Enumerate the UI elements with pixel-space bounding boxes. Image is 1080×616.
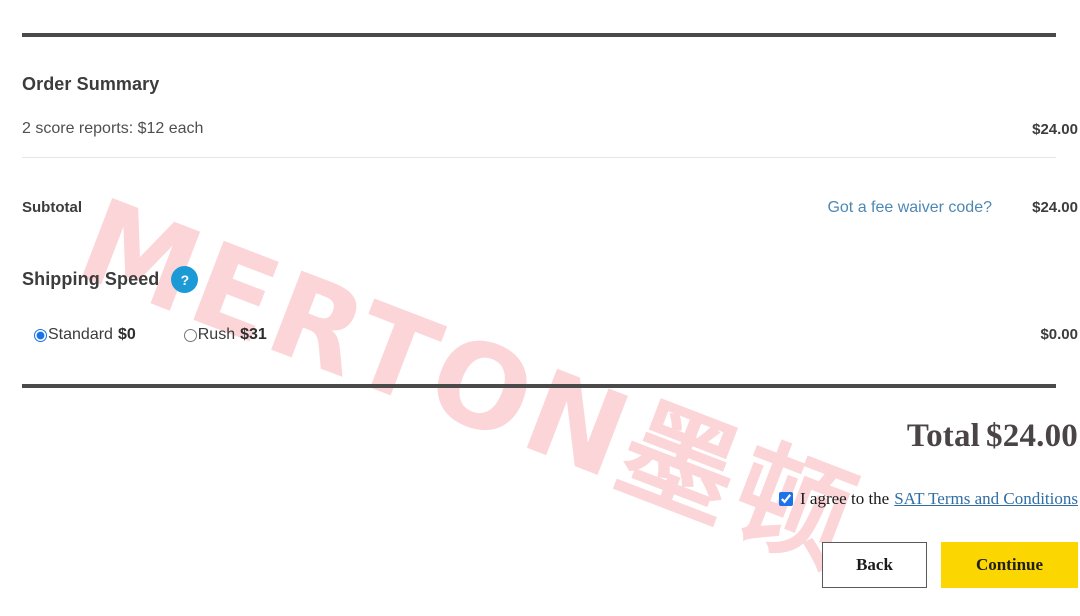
- shipping-radio-standard[interactable]: [34, 328, 47, 342]
- shipping-option-standard-price: $0: [117, 326, 136, 343]
- line-item-description: 2 score reports: $12 each: [22, 120, 204, 137]
- shipping-speed-header: Shipping Speed ?: [22, 266, 199, 293]
- sat-terms-link[interactable]: SAT Terms and Conditions: [894, 489, 1078, 509]
- shipping-option-standard-label: Standard: [48, 326, 113, 343]
- back-button[interactable]: Back: [822, 542, 927, 588]
- shipping-option-standard[interactable]: Standard $0: [34, 326, 136, 344]
- continue-button[interactable]: Continue: [941, 542, 1078, 588]
- terms-checkbox[interactable]: [779, 492, 794, 506]
- help-icon[interactable]: ?: [171, 266, 199, 293]
- shipping-option-rush[interactable]: Rush $31: [183, 326, 267, 344]
- line-item-amount: $24.00: [1032, 121, 1078, 138]
- terms-agreement-text: I agree to the: [800, 489, 890, 508]
- shipping-option-rush-label: Rush: [197, 326, 236, 343]
- subtotal-label: Subtotal: [22, 199, 82, 216]
- terms-agreement-row: I agree to the SAT Terms and Conditions: [779, 489, 1078, 509]
- shipping-speed-label: Shipping Speed: [22, 269, 160, 289]
- page-title: Order Summary: [22, 74, 160, 94]
- total-row: Total $24.00: [907, 418, 1078, 455]
- subtotal-amount: $24.00: [1032, 199, 1078, 216]
- section-divider: [22, 157, 1056, 158]
- top-divider: [22, 33, 1056, 37]
- bottom-divider: [22, 384, 1056, 388]
- shipping-radio-rush[interactable]: [183, 328, 197, 342]
- order-summary-panel: Order Summary 2 score reports: $12 each …: [22, 0, 1078, 616]
- action-buttons: Back Continue: [822, 542, 1078, 588]
- total-label: Total: [906, 418, 981, 454]
- shipping-option-rush-price: $31: [240, 326, 267, 343]
- total-amount: $24.00: [986, 418, 1078, 454]
- shipping-options-group: Standard $0 Rush $31: [34, 326, 267, 344]
- shipping-amount: $0.00: [1040, 326, 1078, 343]
